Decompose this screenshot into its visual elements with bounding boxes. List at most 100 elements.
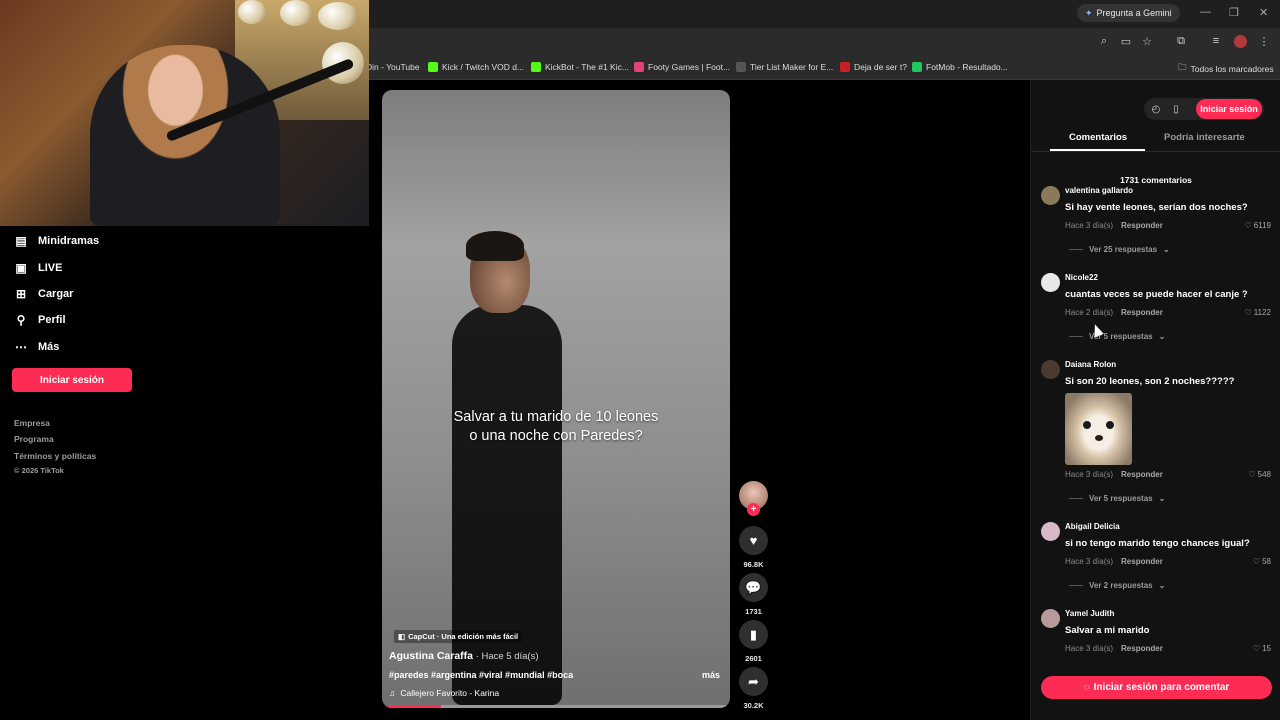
view-replies-button[interactable]: Ver 5 respuestas ⌄	[1069, 332, 1165, 341]
music-note-icon: ♫	[389, 688, 396, 698]
nav-label: Cargar	[38, 288, 74, 300]
comment-like-count: 1122	[1253, 308, 1271, 317]
login-button[interactable]: Iniciar sesión	[12, 368, 132, 392]
gemini-button[interactable]: ✦ Pregunta a Gemini	[1077, 4, 1180, 22]
reply-button[interactable]: Responder	[1121, 557, 1163, 566]
comment-username[interactable]: valentina gallardo	[1065, 186, 1133, 195]
bookmark-label: KickBot - The #1 Kic...	[545, 62, 629, 72]
comment-time: Hace 3 día(s)	[1065, 470, 1114, 479]
bookmark-item[interactable]: Kick / Twitch VOD d...	[428, 62, 524, 72]
bookmark-item[interactable]: Footy Games | Foot...	[634, 62, 730, 72]
bookmark-label: Tier List Maker for E...	[750, 62, 834, 72]
restore-icon[interactable]: ❐	[1229, 6, 1239, 19]
nav-upload[interactable]: ⊞ Cargar	[14, 287, 74, 301]
avatar[interactable]	[1041, 522, 1060, 541]
reply-button[interactable]: Responder	[1121, 470, 1163, 479]
reply-button[interactable]: Responder	[1121, 644, 1163, 653]
video-progress-bar[interactable]	[382, 705, 730, 708]
cast-icon[interactable]: ▭	[1119, 34, 1133, 48]
share-count: 30.2K	[743, 701, 764, 710]
star-icon[interactable]: ☆	[1140, 34, 1154, 48]
share-action[interactable]: ➦ 30.2K	[739, 667, 768, 710]
comment-username[interactable]: Yamel Judith	[1065, 609, 1114, 618]
like-action[interactable]: ♥ 96.8K	[739, 526, 768, 569]
avatar[interactable]	[1041, 186, 1060, 205]
comment-like-count: 548	[1257, 470, 1271, 479]
video-player[interactable]: Salvar a tu marido de 10 leones o una no…	[382, 90, 730, 708]
share-icon[interactable]: ➦	[739, 667, 768, 696]
profile-avatar[interactable]	[1234, 35, 1247, 48]
nav-more[interactable]: ⋯ Más	[14, 340, 59, 354]
comment-gif-image[interactable]	[1065, 393, 1132, 465]
comment-login-button[interactable]: ◌ Iniciar sesión para comentar	[1041, 676, 1272, 699]
mobile-icon[interactable]: ▯	[1168, 101, 1184, 117]
reply-button[interactable]: Responder	[1121, 308, 1163, 317]
comment-meta: Hace 2 día(s) Responder	[1065, 308, 1163, 317]
view-replies-button[interactable]: Ver 2 respuestas ⌄	[1069, 581, 1165, 590]
nav-minidramas[interactable]: ▤ Minidramas	[14, 234, 99, 248]
header-login-button[interactable]: Iniciar sesión	[1196, 99, 1262, 119]
extensions-icon[interactable]: ⧉	[1174, 34, 1188, 48]
save-action[interactable]: ▮ 2601	[739, 620, 768, 663]
comment-icon[interactable]: 💬	[739, 573, 768, 602]
comment-like-button[interactable]: ♡ 1122	[1245, 308, 1271, 317]
footer-link-company[interactable]: Empresa	[14, 418, 50, 428]
view-replies-label: Ver 2 respuestas	[1089, 581, 1153, 590]
avatar[interactable]	[1041, 360, 1060, 379]
capcut-icon: ◧	[398, 632, 406, 641]
bookmark-item[interactable]: KickBot - The #1 Kic...	[531, 62, 629, 72]
author-name[interactable]: Agustina Caraffa	[389, 650, 473, 662]
comment-username[interactable]: Nicole22	[1065, 273, 1098, 282]
nav-profile[interactable]: ⚲ Perfil	[14, 313, 66, 327]
zoom-icon[interactable]: ⌕	[1097, 34, 1111, 48]
close-icon[interactable]: ✕	[1259, 6, 1268, 19]
nav-label: Perfil	[38, 314, 66, 326]
tab-recommended[interactable]: Podría interesarte	[1164, 132, 1245, 143]
menu-icon[interactable]: ⋮	[1257, 34, 1271, 48]
heart-icon[interactable]: ♥	[739, 526, 768, 555]
bookmark-item[interactable]: Deja de ser t?	[840, 62, 907, 72]
nav-live[interactable]: ▣ LIVE	[14, 261, 62, 275]
video-hashtags[interactable]: #paredes #argentina #viral #mundial #boc…	[389, 670, 573, 680]
comment-like-count: 6119	[1253, 221, 1271, 230]
comment-username[interactable]: Daiana Rolon	[1065, 360, 1116, 369]
comment-like-count: 15	[1262, 644, 1271, 653]
avatar[interactable]	[1041, 609, 1060, 628]
bookmark-item[interactable]: FotMob - Resultado...	[912, 62, 1008, 72]
more-link[interactable]: más	[702, 670, 720, 680]
view-replies-button[interactable]: Ver 25 respuestas ⌄	[1069, 245, 1170, 254]
tab-comments[interactable]: Comentarios	[1069, 132, 1127, 143]
bookmark-item[interactable]: Din - YouTube	[366, 62, 420, 72]
minidramas-icon: ▤	[15, 234, 27, 248]
comment-action[interactable]: 💬 1731	[739, 573, 768, 616]
music-info[interactable]: ♫ Callejero Favorito - Karina	[389, 688, 499, 698]
all-bookmarks[interactable]: 🗀 Todos los marcadores	[1178, 62, 1274, 76]
media-icon[interactable]: ≡	[1209, 34, 1223, 48]
divider	[1069, 498, 1083, 499]
avatar[interactable]	[1041, 273, 1060, 292]
capcut-badge[interactable]: ◧ CapCut · Una edición más fácil	[394, 630, 523, 643]
comment-like-button[interactable]: ♡ 58	[1253, 557, 1271, 566]
webcam-overlay	[0, 0, 369, 226]
footer-link-terms[interactable]: Términos y políticas	[14, 451, 96, 461]
bookmark-icon	[840, 62, 850, 72]
video-author[interactable]: Agustina Caraffa · Hace 5 día(s)	[389, 650, 538, 662]
footer-link-program[interactable]: Programa	[14, 434, 54, 444]
follow-button[interactable]: +	[747, 503, 760, 516]
bookmark-item[interactable]: Tier List Maker for E...	[736, 62, 833, 72]
comment-like-button[interactable]: ♡ 548	[1248, 470, 1271, 479]
view-replies-button[interactable]: Ver 5 respuestas ⌄	[1069, 494, 1165, 503]
comment-username[interactable]: Abigail Delicia	[1065, 522, 1120, 531]
bookmark-label: FotMob - Resultado...	[926, 62, 1008, 72]
comment-like-button[interactable]: ♡ 15	[1253, 644, 1271, 653]
divider	[1069, 249, 1083, 250]
all-bookmarks-label: Todos los marcadores	[1190, 64, 1274, 74]
comment-like-button[interactable]: ♡ 6119	[1245, 221, 1271, 230]
reply-button[interactable]: Responder	[1121, 221, 1163, 230]
compass-icon[interactable]: ◴	[1148, 101, 1164, 117]
comment-text: Salvar a mi marido	[1065, 625, 1150, 636]
divider	[1069, 585, 1083, 586]
bookmark-icon[interactable]: ▮	[739, 620, 768, 649]
minimize-icon[interactable]: —	[1200, 6, 1211, 18]
copyright: © 2026 TikTok	[14, 466, 64, 475]
